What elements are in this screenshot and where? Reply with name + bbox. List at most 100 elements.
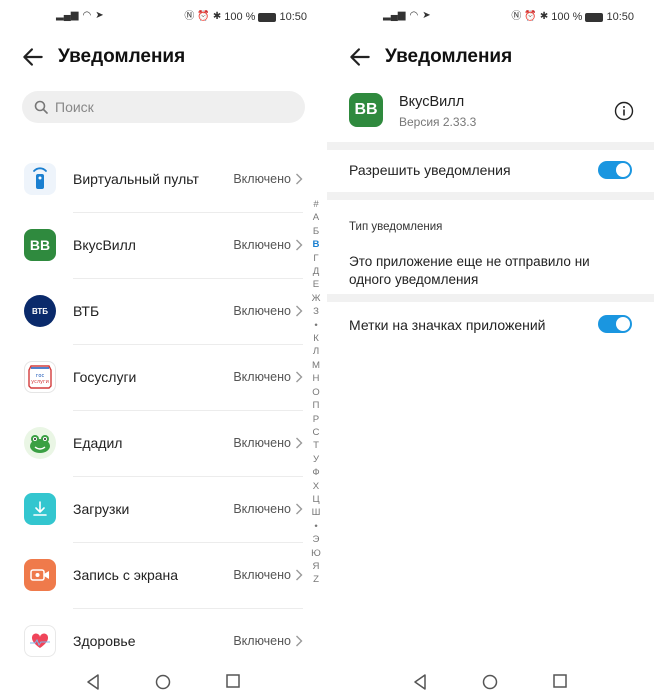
alphabet-letter[interactable]: Д — [309, 265, 323, 278]
alphabet-index[interactable]: # А Б В Г Д Е Ж З • К Л М Н О П Р С Т У Ф Х Ц Ш • Э Ю Я Z — [309, 198, 323, 587]
app-version: Версия 2.33.3 — [399, 115, 477, 129]
alphabet-letter[interactable]: Р — [309, 413, 323, 426]
allow-notifications-label: Разрешить уведомления — [349, 162, 511, 178]
app-name: ВкусВилл — [73, 237, 136, 253]
alphabet-letter[interactable]: К — [309, 332, 323, 345]
badges-toggle[interactable] — [598, 315, 632, 333]
alphabet-letter[interactable]: У — [309, 453, 323, 466]
alphabet-letter[interactable]: Е — [309, 278, 323, 291]
nav-home-icon[interactable] — [155, 674, 171, 690]
telegram-icon: ➤ — [95, 10, 104, 21]
app-state: Включено — [233, 172, 291, 186]
battery-icon — [258, 12, 277, 22]
allow-notifications-row[interactable]: Разрешить уведомления — [349, 150, 632, 192]
badges-label: Метки на значках приложений — [349, 317, 546, 333]
alphabet-letter[interactable]: М — [309, 359, 323, 372]
navigation-bar — [327, 662, 654, 700]
alphabet-letter[interactable]: Г — [309, 252, 323, 265]
app-name: ВТБ — [73, 303, 100, 319]
app-name: Госуслуги — [73, 369, 137, 385]
back-arrow-icon[interactable] — [347, 44, 373, 70]
alphabet-letter[interactable]: З — [309, 305, 323, 318]
alphabet-letter[interactable]: А — [309, 211, 323, 224]
downloads-icon — [24, 493, 56, 525]
list-item[interactable]: BB ВкусВилл Включено — [0, 212, 327, 278]
alphabet-letter[interactable]: П — [309, 399, 323, 412]
nav-home-icon[interactable] — [482, 674, 498, 690]
battery-percent: 100 % — [551, 11, 583, 23]
gosuslugi-icon: гос услуги — [24, 361, 56, 393]
nav-recents-icon[interactable] — [553, 674, 567, 688]
search-input[interactable]: Поиск — [22, 91, 305, 123]
telegram-icon: ➤ — [422, 10, 431, 21]
app-state: Включено — [233, 238, 291, 252]
alphabet-letter[interactable]: Z — [309, 573, 323, 586]
list-item[interactable]: Виртуальный пульт Включено — [0, 146, 327, 212]
signal-icon: ▂▄▆ — [56, 10, 79, 21]
alphabet-letter[interactable]: Б — [309, 225, 323, 238]
status-bar: ▂▄▆ ◠ ➤ Ⓝ ⏰ ✱ 100 % 10:50 — [0, 8, 327, 28]
alphabet-letter[interactable]: • — [309, 319, 323, 332]
alphabet-letter[interactable]: Ю — [309, 547, 323, 560]
alphabet-letter[interactable]: Ж — [309, 292, 323, 305]
svg-text:услуги: услуги — [31, 379, 49, 385]
app-name: Здоровье — [73, 633, 136, 649]
list-item[interactable]: Запись с экрана Включено — [0, 542, 327, 608]
section-title: Тип уведомления — [349, 221, 443, 233]
list-item[interactable]: гос услуги Госуслуги Включено — [0, 344, 327, 410]
search-placeholder: Поиск — [55, 99, 94, 115]
nav-back-icon[interactable] — [413, 674, 427, 690]
clock: 10:50 — [606, 11, 634, 23]
alphabet-letter[interactable]: Т — [309, 439, 323, 452]
battery-icon — [585, 12, 604, 22]
alphabet-letter[interactable]: О — [309, 386, 323, 399]
section-separator — [327, 142, 654, 150]
back-arrow-icon[interactable] — [20, 44, 46, 70]
search-icon — [34, 100, 48, 114]
allow-notifications-toggle[interactable] — [598, 161, 632, 179]
alphabet-letter[interactable]: • — [309, 520, 323, 533]
alphabet-letter[interactable]: Ф — [309, 466, 323, 479]
alphabet-letter[interactable]: Н — [309, 372, 323, 385]
signal-icon: ▂▄▆ — [383, 10, 406, 21]
nfc-icon: Ⓝ — [184, 11, 195, 22]
navigation-bar — [0, 662, 327, 700]
alphabet-letter[interactable]: Х — [309, 480, 323, 493]
page-title: Уведомления — [385, 46, 513, 67]
app-state: Включено — [233, 370, 291, 384]
app-title: ВкусВилл — [399, 94, 465, 110]
edadil-icon — [24, 427, 56, 459]
screen-record-icon — [24, 559, 56, 591]
alphabet-letter[interactable]: Ш — [309, 506, 323, 519]
app-list: Виртуальный пульт Включено BB ВкусВилл В… — [0, 146, 327, 674]
info-icon[interactable] — [614, 101, 634, 121]
app-state: Включено — [233, 568, 291, 582]
chevron-right-icon — [296, 437, 303, 449]
alphabet-letter[interactable]: # — [309, 198, 323, 211]
wifi-icon: ◠ — [82, 10, 92, 21]
alphabet-letter[interactable]: Ц — [309, 493, 323, 506]
alarm-icon: ⏰ — [197, 11, 210, 22]
app-name: Едадил — [73, 435, 123, 451]
alphabet-letter[interactable]: Я — [309, 560, 323, 573]
app-name: Виртуальный пульт — [73, 171, 199, 187]
list-item[interactable]: ВТБ ВТБ Включено — [0, 278, 327, 344]
list-item[interactable]: Загрузки Включено — [0, 476, 327, 542]
list-item[interactable]: Едадил Включено — [0, 410, 327, 476]
alphabet-letter[interactable]: С — [309, 426, 323, 439]
alphabet-letter[interactable]: Л — [309, 345, 323, 358]
alphabet-letter[interactable]: В — [309, 238, 323, 251]
badges-row[interactable]: Метки на значках приложений — [349, 302, 632, 346]
app-state: Включено — [233, 304, 291, 318]
alarm-icon: ⏰ — [524, 11, 537, 22]
alphabet-letter[interactable]: Э — [309, 533, 323, 546]
app-header: BB ВкусВилл Версия 2.33.3 — [349, 93, 634, 133]
wifi-icon: ◠ — [409, 10, 419, 21]
chevron-right-icon — [296, 239, 303, 251]
notifications-list-screen: ▂▄▆ ◠ ➤ Ⓝ ⏰ ✱ 100 % 10:50 Уведомления По… — [0, 0, 327, 700]
empty-notice: Это приложение еще не отправило ни одног… — [349, 254, 590, 287]
nav-recents-icon[interactable] — [226, 674, 240, 688]
nav-back-icon[interactable] — [86, 674, 100, 690]
vkusvill-icon: BB — [24, 229, 56, 261]
app-bar: Уведомления — [327, 40, 654, 76]
